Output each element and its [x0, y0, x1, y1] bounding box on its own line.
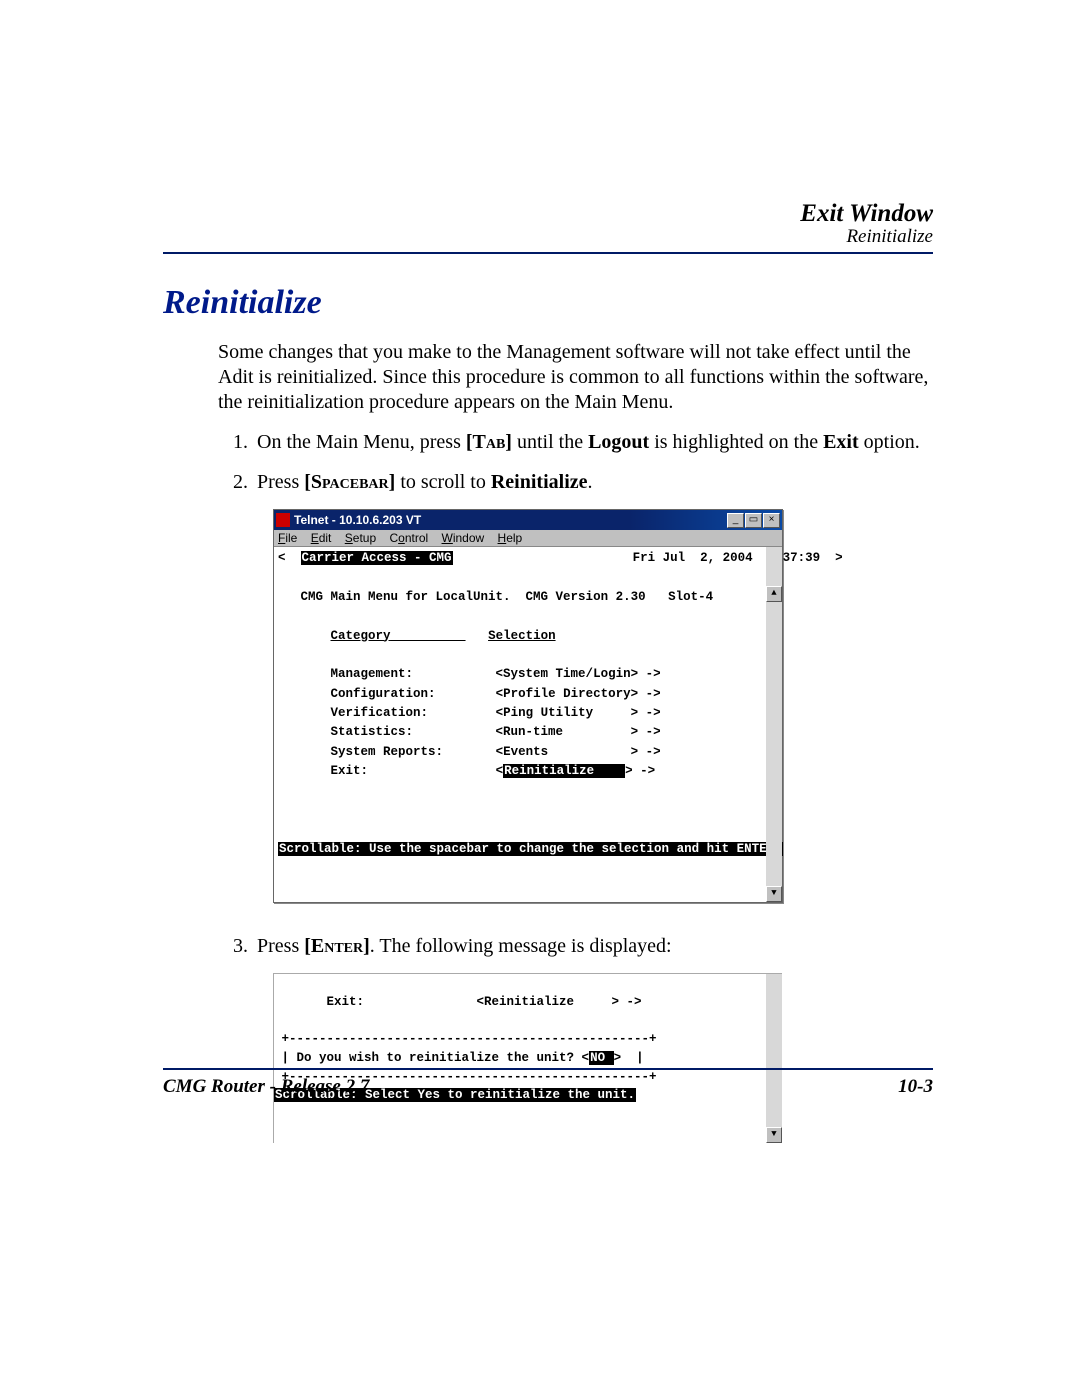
- dialog-no-option[interactable]: NO: [589, 1051, 614, 1065]
- row-configuration: Configuration: <Profile Directory> ->: [331, 687, 661, 701]
- telnet-window: Telnet - 10.10.6.203 VT _ ▭ × File Edit …: [273, 509, 783, 903]
- term-datetime: Fri Jul 2, 2004 2:37:39: [633, 551, 821, 565]
- steps-list: On the Main Menu, press [Tab] until the …: [218, 429, 933, 495]
- page-header-subtitle: Reinitialize: [163, 226, 933, 248]
- window-title: Telnet - 10.10.6.203 VT: [294, 513, 726, 527]
- menu-edit[interactable]: Edit: [311, 531, 332, 545]
- step-2: Press [Spacebar] to scroll to Reinitiali…: [253, 469, 933, 495]
- section-title: Reinitialize: [163, 284, 933, 322]
- menu-help[interactable]: Help: [498, 531, 523, 545]
- row-management: Management: <System Time/Login> ->: [331, 667, 661, 681]
- row-verification: Verification: <Ping Utility > ->: [331, 706, 661, 720]
- row-exit: Exit: <Reinitialize > ->: [331, 764, 656, 778]
- menubar: File Edit Setup Control Window Help: [274, 530, 782, 547]
- terminal-area: < Carrier Access - CMG Fri Jul 2, 2004 2…: [274, 547, 782, 902]
- footer-right: 10-3: [898, 1076, 933, 1098]
- scroll-down-button[interactable]: ▼: [766, 886, 782, 902]
- col-selection: Selection: [488, 629, 556, 643]
- menu-control[interactable]: Control: [389, 531, 428, 545]
- menu-file[interactable]: File: [278, 531, 297, 545]
- page-header-title: Exit Window: [163, 200, 933, 228]
- term-subhead: CMG Main Menu for LocalUnit. CMG Version…: [301, 590, 714, 604]
- col-category: Category: [331, 629, 466, 643]
- step-1: On the Main Menu, press [Tab] until the …: [253, 429, 933, 455]
- maximize-button[interactable]: ▭: [745, 513, 762, 528]
- footer-left: CMG Router - Release 2.7: [163, 1076, 369, 1098]
- row-statistics: Statistics: <Run-time > ->: [331, 725, 661, 739]
- key-tab: [Tab]: [466, 431, 512, 453]
- scroll-down-button-2[interactable]: ▼: [766, 1127, 782, 1143]
- intro-paragraph: Some changes that you make to the Manage…: [218, 340, 933, 415]
- dialog-prompt: | Do you wish to reinitialize the unit? …: [274, 1051, 644, 1065]
- scroll-up-button[interactable]: ▲: [766, 586, 782, 602]
- footer-rule: [163, 1068, 933, 1070]
- step-3: Press [Enter]. The following message is …: [253, 933, 933, 959]
- page-footer: CMG Router - Release 2.7 10-3: [163, 1068, 933, 1098]
- key-enter: [Enter]: [304, 935, 370, 957]
- dialog-window: Exit: <Reinitialize > -> +--------------…: [273, 973, 782, 1143]
- scrollbar-2[interactable]: ▼: [766, 974, 782, 1143]
- close-button[interactable]: ×: [763, 513, 780, 528]
- header-rule: [163, 252, 933, 254]
- dialog-border-top: +---------------------------------------…: [274, 1032, 657, 1046]
- minimize-button[interactable]: _: [727, 513, 744, 528]
- dialog-exit-line: Exit: <Reinitialize > ->: [274, 995, 642, 1009]
- key-spacebar: [Spacebar]: [304, 471, 395, 493]
- menu-window[interactable]: Window: [442, 531, 485, 545]
- app-icon: [276, 513, 290, 527]
- scrollbar[interactable]: ▲ ▼: [766, 547, 782, 902]
- term-status-line: Scrollable: Use the spacebar to change t…: [278, 842, 783, 856]
- titlebar: Telnet - 10.10.6.203 VT _ ▭ ×: [274, 510, 782, 530]
- term-brand: Carrier Access - CMG: [301, 551, 453, 565]
- steps-list-cont: Press [Enter]. The following message is …: [218, 933, 933, 959]
- menu-setup[interactable]: Setup: [345, 531, 376, 545]
- row-system-reports: System Reports: <Events > ->: [331, 745, 661, 759]
